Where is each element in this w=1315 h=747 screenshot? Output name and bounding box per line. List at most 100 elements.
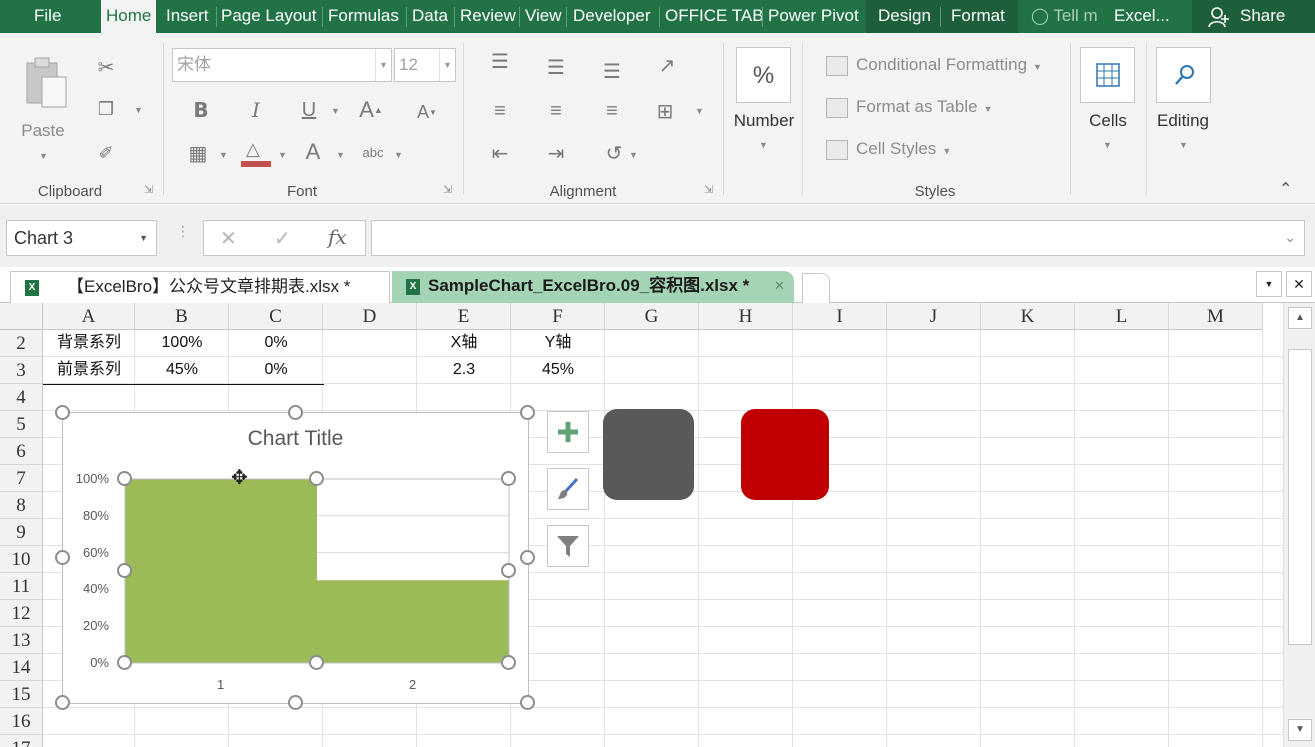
font-name-dropdown-icon[interactable]: ▼ <box>375 49 391 81</box>
plot-area-resize-handle[interactable] <box>117 655 132 670</box>
tab-home[interactable]: Home <box>101 0 157 33</box>
column-header-f[interactable]: F <box>511 303 605 330</box>
column-header-a[interactable]: A <box>43 303 135 330</box>
chart-resize-handle[interactable] <box>287 405 303 420</box>
format-painter-icon[interactable]: ✐ <box>92 139 120 167</box>
row-header-2[interactable]: 2 <box>0 330 43 357</box>
top-align-icon[interactable]: ☰ <box>486 49 514 73</box>
row-header-6[interactable]: 6 <box>0 438 43 465</box>
copy-dropdown-icon[interactable]: ▼ <box>134 105 143 115</box>
underline-dropdown-icon[interactable]: ▼ <box>331 106 340 116</box>
insert-function-icon[interactable]: fx <box>328 225 347 249</box>
phonetic-dropdown-icon[interactable]: ▼ <box>394 150 403 160</box>
plot-area-resize-handle[interactable] <box>501 563 516 578</box>
chart-resize-handle[interactable] <box>287 695 303 710</box>
tab-design[interactable]: Design <box>873 0 936 33</box>
paste-button[interactable]: Paste <box>10 121 76 141</box>
format-as-table-button[interactable]: Format as Table ▼ <box>826 93 993 121</box>
cell-e2[interactable]: X轴 <box>417 330 511 356</box>
font-name-combo[interactable]: 宋体 ▼ <box>172 48 392 82</box>
plot-area-resize-handle[interactable] <box>117 471 132 486</box>
fill-color-icon[interactable]: △ <box>240 137 272 169</box>
cell-a2[interactable]: 背景系列 <box>43 330 135 356</box>
tab-format[interactable]: Format <box>946 0 1010 33</box>
vertical-scrollbar[interactable]: ▲ ▼ <box>1283 303 1315 747</box>
plot-area-resize-handle[interactable] <box>501 471 516 486</box>
column-header-i[interactable]: I <box>793 303 887 330</box>
chart-resize-handle[interactable] <box>520 695 535 710</box>
expand-formula-bar-icon[interactable]: ⌄ <box>1284 229 1296 246</box>
column-header-d[interactable]: D <box>323 303 417 330</box>
column-header-b[interactable]: B <box>135 303 229 330</box>
scroll-down-icon[interactable]: ▼ <box>1288 719 1312 741</box>
borders-dropdown-icon[interactable]: ▼ <box>219 150 228 160</box>
row-header-15[interactable]: 15 <box>0 681 43 708</box>
cell-b3[interactable]: 45% <box>135 357 229 383</box>
plot-area-resize-handle[interactable] <box>117 563 132 578</box>
collapse-ribbon-icon[interactable]: ⌃ <box>1279 179 1292 199</box>
chart-styles-button[interactable] <box>547 468 589 510</box>
increase-indent-icon[interactable]: ⇥ <box>542 139 570 167</box>
column-header-k[interactable]: K <box>981 303 1075 330</box>
cell-a3[interactable]: 前景系列 <box>43 357 135 383</box>
cell-f3[interactable]: 45% <box>511 357 605 383</box>
column-header-g[interactable]: G <box>605 303 699 330</box>
share-button[interactable]: Share <box>1192 0 1315 33</box>
row-header-7[interactable]: 7 <box>0 465 43 492</box>
merge-center-icon[interactable]: ⊞ <box>650 97 680 125</box>
tab-data[interactable]: Data <box>407 0 453 33</box>
align-left-icon[interactable]: ≡ <box>486 97 514 125</box>
chart-resize-handle[interactable] <box>520 550 535 565</box>
tab-power-pivot[interactable]: Power Pivot <box>763 0 864 33</box>
editing-button[interactable] <box>1156 47 1211 103</box>
workbook-tab-1[interactable]: X 【ExcelBro】公众号文章排期表.xlsx * <box>10 271 390 303</box>
merge-dropdown-icon[interactable]: ▼ <box>695 106 704 116</box>
editing-dropdown-icon[interactable]: ▼ <box>1179 140 1188 150</box>
bold-icon[interactable]: B <box>186 95 216 125</box>
chart-object[interactable]: Chart Title 100% 80% 60% 40% 20% 0% 1 2 ✥ <box>55 405 535 710</box>
row-header-4[interactable]: 4 <box>0 384 43 411</box>
underline-icon[interactable]: U <box>294 95 324 125</box>
close-tab-icon[interactable]: ✕ <box>774 271 785 301</box>
font-color-dropdown-icon[interactable]: ▼ <box>336 150 345 160</box>
chart-resize-handle[interactable] <box>520 405 535 420</box>
font-launcher-icon[interactable]: ⇲ <box>443 185 453 196</box>
font-size-dropdown-icon[interactable]: ▼ <box>439 49 455 81</box>
copy-icon[interactable]: ❐ <box>92 95 120 123</box>
plot-area-resize-handle[interactable] <box>309 471 324 486</box>
paste-dropdown-icon[interactable]: ▼ <box>39 151 48 161</box>
row-header-13[interactable]: 13 <box>0 627 43 654</box>
scroll-thumb[interactable] <box>1288 349 1312 645</box>
row-header-3[interactable]: 3 <box>0 357 43 384</box>
fill-color-dropdown-icon[interactable]: ▼ <box>278 150 287 160</box>
row-header-5[interactable]: 5 <box>0 411 43 438</box>
column-header-e[interactable]: E <box>417 303 511 330</box>
user-name[interactable]: Excel... <box>1109 0 1175 33</box>
alignment-launcher-icon[interactable]: ⇲ <box>704 185 714 196</box>
tab-insert[interactable]: Insert <box>161 0 214 33</box>
chart-resize-handle[interactable] <box>55 405 70 420</box>
orientation-icon[interactable]: ↗ <box>653 51 681 79</box>
row-header-14[interactable]: 14 <box>0 654 43 681</box>
wrap-text-icon[interactable]: ↺ <box>600 139 628 167</box>
close-workbook-icon[interactable]: ✕ <box>1286 271 1312 297</box>
row-header-10[interactable]: 10 <box>0 546 43 573</box>
column-header-c[interactable]: C <box>229 303 323 330</box>
column-header-l[interactable]: L <box>1075 303 1169 330</box>
cell-styles-button[interactable]: Cell Styles ▼ <box>826 135 951 163</box>
cell-e3[interactable]: 2.3 <box>417 357 511 383</box>
tab-review[interactable]: Review <box>455 0 521 33</box>
scissors-icon[interactable]: ✂ <box>92 53 120 81</box>
borders-icon[interactable]: ▦ <box>184 139 212 167</box>
row-header-9[interactable]: 9 <box>0 519 43 546</box>
tab-view[interactable]: View <box>520 0 567 33</box>
cell-f2[interactable]: Y轴 <box>511 330 605 356</box>
tell-me-box[interactable]: ◯ Tell m <box>1026 0 1103 33</box>
conditional-formatting-button[interactable]: Conditional Formatting ▼ <box>826 51 1042 79</box>
enter-checkmark-icon[interactable]: ✓ <box>274 226 291 251</box>
wrap-dropdown-icon[interactable]: ▼ <box>629 150 638 160</box>
chart-resize-handle[interactable] <box>55 695 70 710</box>
phonetic-guide-icon[interactable]: abс <box>358 137 388 167</box>
cell-c2[interactable]: 0% <box>229 330 323 356</box>
new-tab-button[interactable] <box>802 273 830 303</box>
